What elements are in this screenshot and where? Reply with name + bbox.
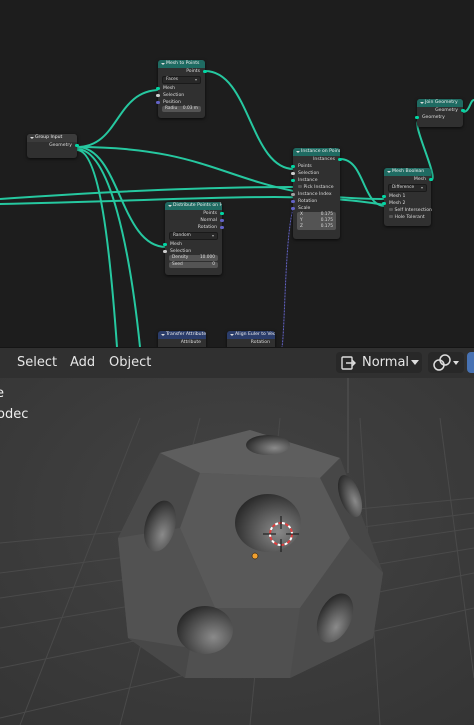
socket-mesh1-in[interactable]: Mesh 1: [382, 193, 431, 200]
node-editor[interactable]: Group Input Geometry Mesh to Points Poin…: [0, 0, 474, 347]
self-intersection-checkbox[interactable]: Self Intersection: [384, 207, 432, 214]
socket-mesh-in[interactable]: Mesh: [156, 85, 205, 92]
group-input-node[interactable]: Group Input Geometry: [27, 134, 79, 158]
density-field[interactable]: Density 10.000: [169, 255, 218, 261]
node-title: Group Input: [27, 134, 77, 142]
active-tool-button[interactable]: [467, 352, 474, 373]
socket-mesh2-in[interactable]: Mesh 2: [382, 200, 431, 207]
transform-orientation-dropdown[interactable]: Normal: [336, 352, 422, 373]
node-title: Mesh Boolean: [384, 168, 431, 176]
socket-points-out[interactable]: Points: [158, 68, 207, 75]
socket-selection-in[interactable]: Selection: [291, 170, 340, 177]
mesh-boolean-node[interactable]: Mesh Boolean Mesh Difference Mesh 1 Mesh…: [382, 168, 433, 226]
mesh-to-points-node[interactable]: Mesh to Points Points Faces Mesh Selecti…: [156, 60, 207, 118]
menu-select[interactable]: Select: [17, 355, 57, 370]
3d-viewport[interactable]: e odec: [0, 378, 474, 725]
distribute-points-node[interactable]: Distribute Points on Fac Points Normal R…: [163, 202, 224, 275]
orientation-value: Normal: [362, 355, 410, 370]
socket-mesh-in[interactable]: Mesh: [163, 241, 222, 248]
viewport-scene: [0, 378, 474, 725]
socket-normal-out[interactable]: Normal: [165, 217, 224, 224]
socket-rotation-in[interactable]: Rotation: [291, 198, 340, 205]
viewport-header: Select Add Object Normal: [0, 347, 474, 378]
node-title: Instance on Points: [293, 148, 340, 156]
menu-object[interactable]: Object: [109, 355, 151, 370]
socket-mesh-out[interactable]: Mesh: [384, 176, 433, 183]
dodecahedron-mesh: [118, 430, 383, 678]
socket-attribute-out[interactable]: Attribute: [158, 339, 206, 346]
socket-rotation-out[interactable]: Rotation: [227, 339, 275, 346]
socket-points-in[interactable]: Points: [291, 163, 340, 170]
hole-tolerant-checkbox[interactable]: Hole Tolerant: [384, 214, 431, 221]
snapping-dropdown[interactable]: [428, 352, 464, 373]
node-title: Align Euler to Vect: [227, 331, 275, 339]
orientation-icon: [341, 356, 356, 370]
object-origin: [251, 552, 259, 560]
socket-selection-in[interactable]: Selection: [156, 92, 205, 99]
chevron-down-icon: [453, 361, 459, 365]
operation-dropdown[interactable]: Difference: [388, 184, 427, 192]
viewport-info-line2: odec: [0, 407, 29, 422]
pick-instance-checkbox[interactable]: Pick Instance: [293, 184, 340, 191]
transfer-attribute-node[interactable]: Transfer Attribute Attribute: [158, 331, 206, 347]
mode-dropdown[interactable]: Faces: [162, 76, 201, 84]
socket-instance-index-in[interactable]: Instance Index: [291, 191, 340, 198]
link-group-down-2: [76, 149, 118, 347]
join-geometry-node[interactable]: Join Geometry Geometry Geometry: [415, 99, 465, 127]
node-title: Join Geometry: [417, 99, 463, 107]
socket-geometry-out[interactable]: Geometry: [417, 107, 465, 114]
socket-selection-in[interactable]: Selection: [163, 248, 222, 255]
align-euler-node[interactable]: Align Euler to Vect Rotation: [227, 331, 275, 347]
socket-points-out[interactable]: Points: [165, 210, 224, 217]
snap-icon: [433, 354, 451, 371]
socket-geometry-out[interactable]: Geometry: [27, 142, 79, 149]
socket-rotation-out[interactable]: Rotation: [165, 224, 224, 231]
node-title: Distribute Points on Fac: [165, 202, 222, 210]
chevron-down-icon: [411, 360, 419, 365]
link-group-to-mesh-to-points: [76, 89, 161, 148]
seed-field[interactable]: Seed 0: [169, 262, 218, 268]
socket-geometry-in[interactable]: Geometry: [415, 114, 463, 121]
menu-add[interactable]: Add: [70, 355, 95, 370]
viewport-info-line1: e: [0, 386, 4, 401]
node-title: Transfer Attribute: [158, 331, 206, 339]
socket-instances-out[interactable]: Instances: [293, 156, 342, 163]
link-mtp-to-instance: [204, 70, 295, 170]
socket-position-in[interactable]: Position: [156, 99, 205, 106]
scale-z-field[interactable]: Z 0.175: [297, 224, 336, 230]
radius-field[interactable]: Radiu 0.03 m: [162, 106, 201, 112]
node-title: Mesh to Points: [158, 60, 205, 68]
socket-scale-in[interactable]: Scale: [291, 205, 340, 212]
instance-on-points-node[interactable]: Instance on Points Instances Points Sele…: [291, 148, 342, 239]
socket-instance-in[interactable]: Instance: [291, 177, 340, 184]
mode-dropdown[interactable]: Random: [169, 232, 218, 240]
